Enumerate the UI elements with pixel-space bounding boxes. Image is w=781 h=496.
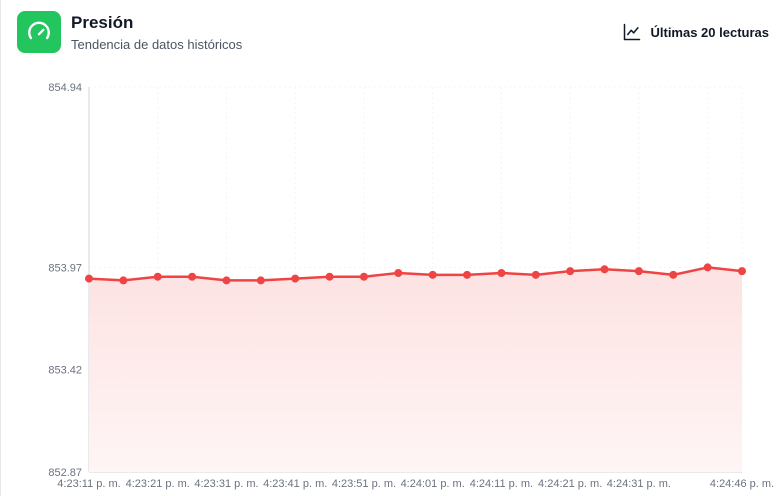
data-point bbox=[222, 276, 231, 285]
series-area bbox=[89, 267, 742, 472]
data-point bbox=[738, 267, 746, 276]
x-tick-label: 4:24:46 p. m. bbox=[710, 478, 774, 490]
x-tick-label: 4:24:11 p. m. bbox=[470, 478, 533, 490]
data-point bbox=[497, 268, 506, 277]
y-tick-label: 853.42 bbox=[48, 365, 82, 377]
data-point bbox=[188, 272, 197, 281]
data-point bbox=[566, 267, 575, 276]
data-point bbox=[394, 268, 403, 277]
data-point bbox=[153, 272, 162, 281]
pressure-chart: 852.87853.42853.97854.944:23:11 p. m. 4:2… bbox=[48, 82, 774, 490]
data-point bbox=[428, 270, 437, 279]
x-tick-label: 4:23:11 p. m. bbox=[57, 478, 120, 490]
data-point bbox=[703, 263, 712, 272]
x-tick-label: 4:24:21 p. m. bbox=[538, 478, 602, 490]
x-tick-label: 4:23:31 p. m. bbox=[194, 478, 258, 490]
y-tick-label: 853.97 bbox=[48, 262, 82, 274]
x-tick-label: 4:24:01 p. m. bbox=[401, 478, 465, 490]
data-point bbox=[359, 272, 368, 281]
data-point bbox=[325, 272, 334, 281]
data-point bbox=[463, 270, 472, 279]
data-point bbox=[256, 276, 265, 285]
y-tick-label: 854.94 bbox=[48, 82, 82, 94]
x-tick-label: 4:23:41 p. m. bbox=[263, 478, 327, 490]
data-point bbox=[119, 276, 128, 285]
data-point bbox=[291, 274, 300, 283]
data-point bbox=[85, 274, 93, 283]
data-point bbox=[531, 270, 540, 279]
x-tick-label: 4:24:31 p. m. bbox=[607, 478, 671, 490]
x-tick-label: 4:23:21 p. m. bbox=[126, 478, 190, 490]
x-tick-label: 4:23:51 p. m. bbox=[332, 478, 396, 490]
data-point bbox=[634, 267, 643, 276]
data-point bbox=[600, 265, 609, 274]
chart-card: Presión Tendencia de datos históricos Úl… bbox=[0, 0, 781, 496]
data-point bbox=[669, 270, 678, 279]
